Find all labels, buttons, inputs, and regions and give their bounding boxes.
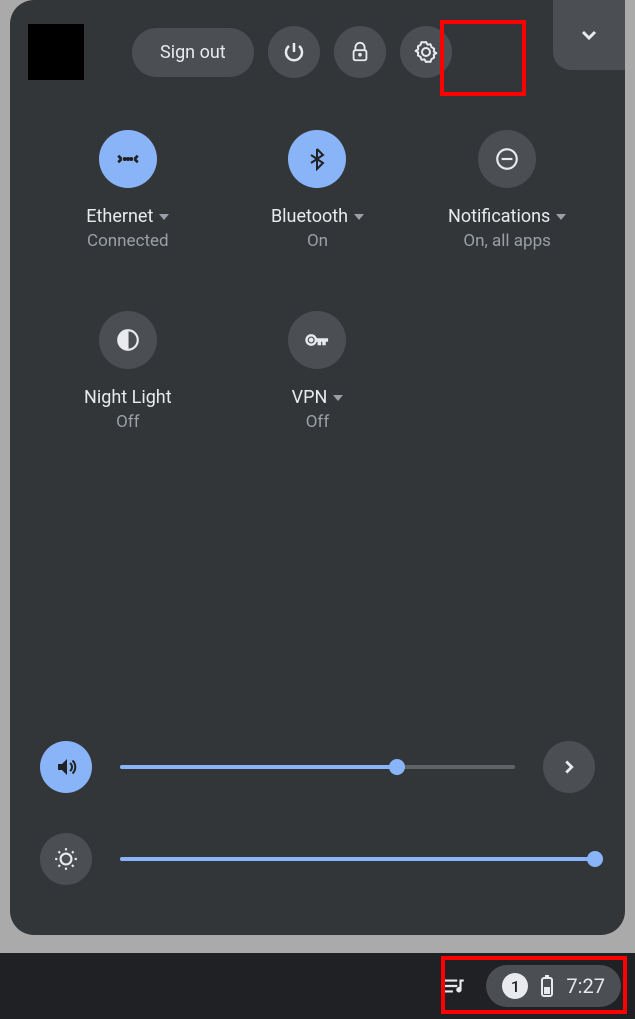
tile-sublabel: Off [116,412,140,432]
brightness-fill [120,857,595,861]
user-avatar[interactable] [28,24,84,80]
tile-sublabel: On [307,231,328,251]
settings-button[interactable] [400,26,452,78]
tile-label: Notifications [448,206,566,227]
tile-label: Night Light [84,387,172,408]
notification-badge: 1 [502,973,528,999]
lock-icon [349,41,371,63]
tile-vpn[interactable]: VPN Off [228,311,408,432]
volume-fill [120,765,397,769]
tile-label: Bluetooth [271,206,364,227]
tile-nightlight[interactable]: Night Light Off [38,311,218,432]
gear-icon [414,40,438,64]
power-icon [282,40,306,64]
audio-settings-button[interactable] [543,741,595,793]
music-queue-icon [441,973,467,999]
volume-slider[interactable] [120,765,515,769]
tile-sublabel: Connected [87,231,169,251]
brightness-thumb[interactable] [587,851,603,867]
bluetooth-icon [288,130,346,188]
chevron-right-icon [558,756,580,778]
volume-thumb[interactable] [389,759,405,775]
taskbar: 1 7:27 [0,953,635,1019]
collapse-button[interactable] [553,0,625,70]
chevron-down-icon [577,23,601,47]
quick-tiles-grid: Ethernet Connected Bluetooth On Notifica… [28,130,607,482]
brightness-slider[interactable] [120,857,595,861]
caret-down-icon [159,214,169,220]
caret-down-icon [556,214,566,220]
status-area[interactable]: 1 7:27 [486,965,621,1007]
tile-ethernet[interactable]: Ethernet Connected [38,130,218,251]
sliders-section [40,741,595,885]
tile-label: VPN [292,387,344,408]
volume-icon[interactable] [40,741,92,793]
caret-down-icon [354,214,364,220]
battery-icon [540,974,554,998]
nightlight-icon [99,311,157,369]
brightness-row [40,833,595,885]
tile-bluetooth[interactable]: Bluetooth On [228,130,408,251]
media-controls-button[interactable] [432,964,476,1008]
lock-button[interactable] [334,26,386,78]
caret-down-icon [333,395,343,401]
power-button[interactable] [268,26,320,78]
quick-settings-panel: Sign out Ethernet Connected Bluetooth On [10,0,625,935]
signout-button[interactable]: Sign out [132,28,254,77]
ethernet-icon [99,130,157,188]
tile-sublabel: On, all apps [463,231,551,251]
tile-sublabel: Off [306,412,330,432]
volume-row [40,741,595,793]
clock-time: 7:27 [566,974,605,998]
dnd-icon [478,130,536,188]
vpn-key-icon [288,311,346,369]
brightness-icon[interactable] [40,833,92,885]
tile-label: Ethernet [86,206,169,227]
tile-notifications[interactable]: Notifications On, all apps [417,130,597,251]
header-row: Sign out [28,24,607,80]
